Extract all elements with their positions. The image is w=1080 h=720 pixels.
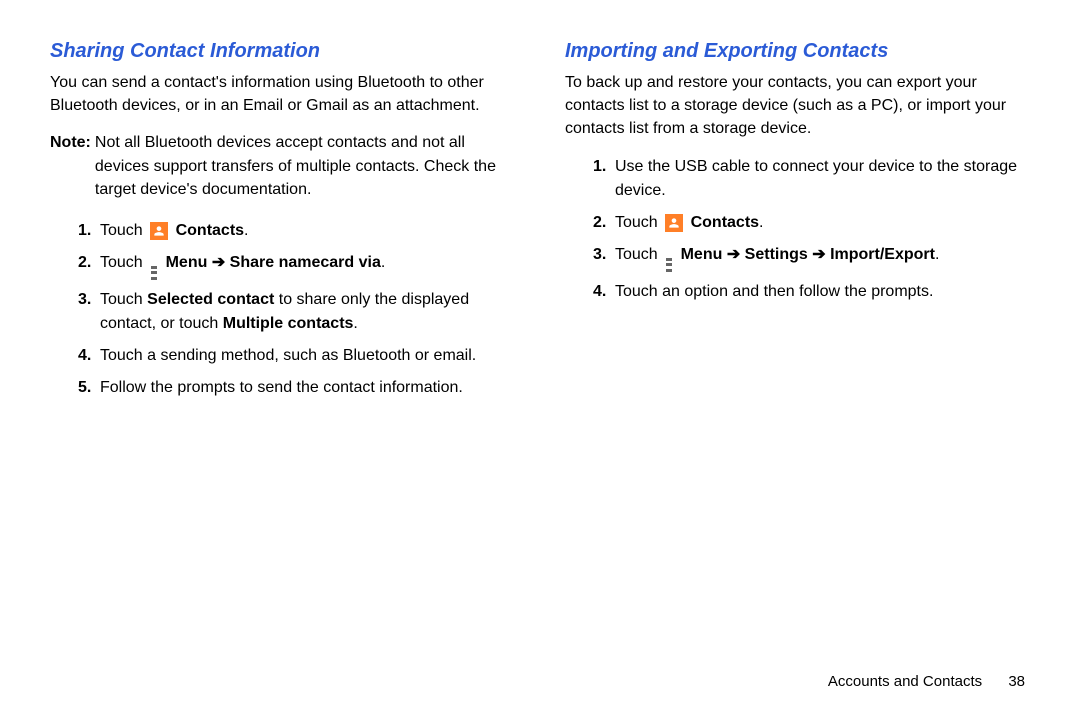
- step-end: .: [381, 254, 385, 271]
- step-end: .: [935, 246, 939, 263]
- right-step-2: Touch Contacts.: [593, 211, 1030, 235]
- right-intro-paragraph: To back up and restore your contacts, yo…: [565, 71, 1030, 141]
- left-step-3: Touch Selected contact to share only the…: [78, 288, 515, 336]
- left-step-4: Touch a sending method, such as Bluetoot…: [78, 344, 515, 368]
- manual-page: Sharing Contact Information You can send…: [0, 0, 1080, 428]
- note-text: Not all Bluetooth devices accept contact…: [95, 131, 515, 201]
- step-part-d: Multiple contacts: [223, 315, 354, 332]
- step-bold: Contacts: [691, 214, 759, 231]
- step-bold: Menu ➔ Settings ➔ Import/Export: [681, 246, 935, 263]
- right-column: Importing and Exporting Contacts To back…: [540, 40, 1030, 408]
- step-text: Touch: [100, 254, 147, 271]
- note-label: Note:: [50, 131, 91, 201]
- step-text: Touch: [100, 222, 147, 239]
- left-column: Sharing Contact Information You can send…: [50, 40, 540, 408]
- left-step-2: Touch Menu ➔ Share namecard via.: [78, 251, 515, 280]
- right-step-1: Use the USB cable to connect your device…: [593, 155, 1030, 203]
- footer-chapter: Accounts and Contacts: [828, 673, 982, 690]
- page-footer: Accounts and Contacts 38: [828, 673, 1025, 690]
- left-intro-paragraph: You can send a contact's information usi…: [50, 71, 515, 117]
- step-end: .: [759, 214, 763, 231]
- step-part-e: .: [353, 315, 357, 332]
- left-step-1: Touch Contacts.: [78, 219, 515, 243]
- menu-icon: [666, 258, 672, 272]
- step-bold: Menu ➔ Share namecard via: [166, 254, 381, 271]
- left-section-title: Sharing Contact Information: [50, 40, 515, 63]
- step-bold: Contacts: [176, 222, 244, 239]
- footer-page-number: 38: [1008, 673, 1025, 690]
- right-step-3: Touch Menu ➔ Settings ➔ Import/Export.: [593, 243, 1030, 272]
- left-step-5: Follow the prompts to send the contact i…: [78, 376, 515, 400]
- contacts-icon: [150, 222, 168, 240]
- note-block: Note: Not all Bluetooth devices accept c…: [50, 131, 515, 201]
- left-steps-list: Touch Contacts. Touch Menu ➔ Share namec…: [50, 219, 515, 400]
- right-steps-list: Use the USB cable to connect your device…: [565, 155, 1030, 304]
- step-part-a: Touch: [100, 291, 147, 308]
- right-step-4: Touch an option and then follow the prom…: [593, 280, 1030, 304]
- menu-icon: [151, 266, 157, 280]
- step-text: Touch: [615, 246, 662, 263]
- step-text: Touch: [615, 214, 662, 231]
- right-section-title: Importing and Exporting Contacts: [565, 40, 1030, 63]
- step-end: .: [244, 222, 248, 239]
- step-part-b: Selected contact: [147, 291, 274, 308]
- contacts-icon: [665, 214, 683, 232]
